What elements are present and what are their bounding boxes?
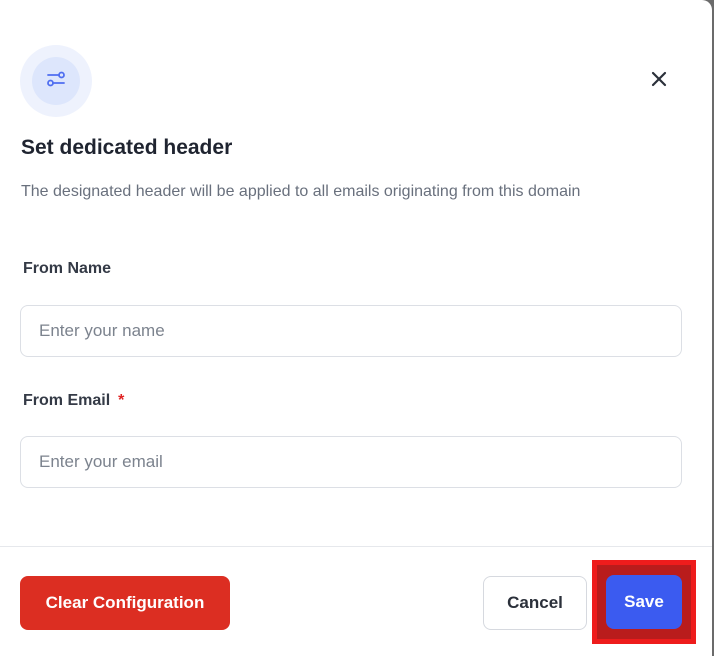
dialog-subtitle: The designated header will be applied to… <box>21 183 581 200</box>
header-icon-badge <box>20 45 92 117</box>
dialog-footer: Clear Configuration Cancel Save <box>0 546 712 656</box>
from-email-input[interactable] <box>20 436 682 488</box>
required-marker: * <box>118 392 125 409</box>
cancel-button[interactable]: Cancel <box>483 576 587 630</box>
dialog-body: Set dedicated header The designated head… <box>0 0 712 546</box>
close-button[interactable] <box>644 66 674 96</box>
dialog-title: Set dedicated header <box>21 136 233 159</box>
from-name-input[interactable] <box>20 305 682 357</box>
clear-configuration-button[interactable]: Clear Configuration <box>20 576 230 630</box>
save-button-highlight: Save <box>592 560 696 644</box>
close-icon <box>650 70 668 93</box>
from-name-label: From Name <box>23 260 112 277</box>
save-button[interactable]: Save <box>606 575 682 629</box>
set-header-dialog: Set dedicated header The designated head… <box>0 0 712 656</box>
from-email-label: From Email * <box>23 392 125 409</box>
settings-sliders-icon <box>44 67 68 96</box>
